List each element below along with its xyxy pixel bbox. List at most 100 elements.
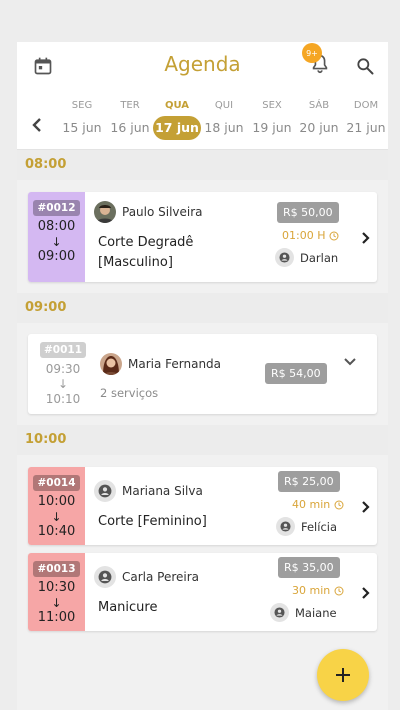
- day-qua-selected[interactable]: QUA 17 jun: [153, 99, 201, 140]
- appointment-time-block: #0014 10:00 ↓ 10:40: [28, 467, 85, 545]
- end-time: 10:40: [37, 524, 76, 539]
- time-slot-label: 10:00: [25, 432, 67, 447]
- add-appointment-button[interactable]: [317, 649, 369, 701]
- start-time: 08:00: [37, 219, 76, 234]
- duration: 01:00 H: [282, 229, 339, 242]
- person-icon: [275, 248, 294, 267]
- price-badge: R$ 35,00: [278, 557, 340, 578]
- duration-text: 30 min: [292, 584, 331, 597]
- time-slot-label: 08:00: [25, 157, 67, 172]
- price-badge: R$ 54,00: [265, 363, 327, 384]
- start-time: 09:30: [45, 362, 81, 376]
- client-name: Mariana Silva: [122, 484, 203, 498]
- person-icon: [270, 603, 289, 622]
- appointment-time-block: #0013 10:30 ↓ 11:00: [28, 553, 85, 631]
- professional: Felícia: [276, 517, 337, 536]
- day-weekday: QUA: [164, 100, 190, 111]
- client-name: Carla Pereira: [122, 570, 200, 584]
- professional-name: Maiane: [295, 605, 337, 620]
- start-time: 10:30: [37, 580, 76, 595]
- appointment-time-block: #0011 09:30 ↓ 10:10: [32, 334, 94, 414]
- day-weekday: SEX: [262, 100, 282, 111]
- day-date: 21 jun: [346, 120, 386, 135]
- appointment-code: #0014: [33, 475, 80, 491]
- chevron-left-icon: [32, 118, 41, 132]
- service-name: Corte Degradê [Masculino]: [98, 235, 194, 270]
- appointment-card[interactable]: #0011 09:30 ↓ 10:10 Maria Fernanda 2 ser…: [28, 334, 377, 414]
- appointment-code: #0012: [33, 200, 80, 216]
- duration: 30 min: [292, 584, 344, 597]
- client-name: Paulo Silveira: [122, 205, 203, 219]
- day-date: 19 jun: [252, 120, 292, 135]
- app-screen: Agenda 9+ SEG 15 jun TER 16 jun QUA 17 j…: [17, 42, 388, 710]
- person-icon: [98, 484, 112, 498]
- time-slot-header: 10:00: [17, 425, 388, 455]
- day-sex[interactable]: SEX 19 jun: [248, 99, 296, 140]
- day-weekday: SÁB: [308, 100, 330, 111]
- clock-icon: [329, 231, 339, 240]
- professional-name: Darlan: [300, 250, 339, 265]
- client-avatar: [100, 353, 122, 375]
- plus-icon: [336, 668, 350, 682]
- time-slot-label: 09:00: [25, 300, 67, 315]
- arrow-down-icon: ↓: [51, 510, 62, 524]
- professional: Darlan: [275, 248, 338, 267]
- client-avatar-placeholder: [94, 566, 116, 588]
- day-date: 17 jun: [153, 116, 201, 140]
- appointment-time-block: #0012 08:00 ↓ 09:00: [28, 192, 85, 282]
- appointment-code: #0013: [33, 561, 80, 577]
- time-slot-header: 09:00: [17, 293, 388, 323]
- price-badge: R$ 25,00: [278, 471, 340, 492]
- clock-icon: [334, 586, 344, 595]
- person-icon: [98, 570, 112, 584]
- client-avatar-placeholder: [94, 480, 116, 502]
- end-time: 09:00: [37, 249, 76, 264]
- duration-text: 01:00 H: [282, 229, 326, 242]
- professional-name: Felícia: [301, 519, 338, 534]
- end-time: 11:00: [37, 610, 76, 625]
- day-weekday: DOM: [353, 100, 379, 111]
- appointment-code: #0011: [39, 342, 87, 358]
- day-weekday: TER: [120, 100, 140, 111]
- client-avatar: [94, 201, 116, 223]
- day-date: 15 jun: [62, 120, 102, 135]
- day-weekday: QUI: [214, 100, 234, 111]
- start-time: 10:00: [37, 494, 76, 509]
- arrow-down-icon: ↓: [57, 377, 69, 391]
- day-date: 20 jun: [299, 120, 339, 135]
- appointment-card[interactable]: #0013 10:30 ↓ 11:00 Carla Pereira Manicu…: [28, 553, 377, 631]
- chevron-right-icon[interactable]: [361, 586, 371, 600]
- client-name: Maria Fernanda: [128, 357, 222, 371]
- person-icon: [276, 517, 295, 536]
- chevron-down-icon[interactable]: [343, 357, 357, 367]
- day-weekday: SEG: [71, 100, 93, 111]
- day-qui[interactable]: QUI 18 jun: [200, 99, 248, 140]
- price-badge: R$ 50,00: [277, 202, 339, 223]
- day-date: 16 jun: [110, 120, 150, 135]
- chevron-right-icon[interactable]: [361, 231, 371, 245]
- day-dom[interactable]: DOM 21 jun: [342, 99, 388, 140]
- end-time: 10:10: [45, 392, 81, 406]
- appointment-card[interactable]: #0012 08:00 ↓ 09:00 Paulo Silveira Corte…: [28, 192, 377, 282]
- chevron-right-icon[interactable]: [361, 500, 371, 514]
- search-icon: [357, 58, 374, 75]
- service-name: Manicure: [98, 600, 158, 615]
- service-name: Corte [Feminino]: [98, 514, 207, 529]
- day-ter[interactable]: TER 16 jun: [106, 99, 154, 140]
- duration-text: 40 min: [292, 498, 331, 511]
- appointment-card[interactable]: #0014 10:00 ↓ 10:40 Mariana Silva Corte …: [28, 467, 377, 545]
- service-summary: 2 serviços: [100, 386, 159, 400]
- previous-week-button[interactable]: [27, 115, 47, 135]
- header: Agenda 9+ SEG 15 jun TER 16 jun QUA 17 j…: [17, 42, 388, 150]
- arrow-down-icon: ↓: [51, 596, 62, 610]
- day-date: 18 jun: [204, 120, 244, 135]
- professional: Maiane: [270, 603, 337, 622]
- search-button[interactable]: [351, 52, 379, 80]
- notification-badge: 9+: [302, 43, 322, 63]
- day-sab[interactable]: SÁB 20 jun: [295, 99, 343, 140]
- time-slot-header: 08:00: [17, 150, 388, 180]
- day-seg[interactable]: SEG 15 jun: [58, 99, 106, 140]
- clock-icon: [334, 500, 344, 509]
- arrow-down-icon: ↓: [51, 235, 62, 249]
- duration: 40 min: [292, 498, 344, 511]
